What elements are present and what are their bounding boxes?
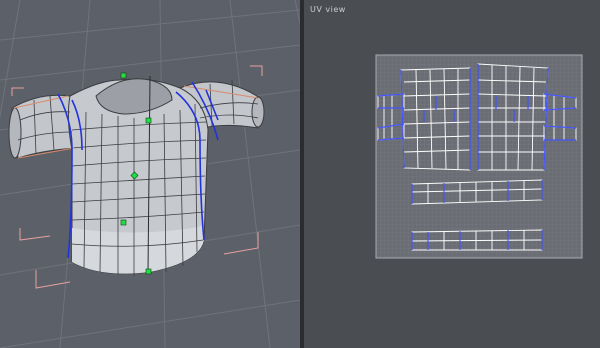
corner-bracket-icon <box>250 65 263 76</box>
uv-view-panel[interactable]: UV view <box>304 0 600 348</box>
shirt-mesh[interactable] <box>8 72 265 276</box>
uv-grid-area[interactable] <box>375 54 583 259</box>
move-handle-icon[interactable] <box>145 268 152 275</box>
left-sleeve <box>11 94 77 159</box>
move-handle-icon[interactable] <box>120 72 127 79</box>
move-handle-icon[interactable] <box>145 117 152 124</box>
3d-viewport-canvas[interactable] <box>0 0 300 348</box>
corner-bracket-icon <box>11 87 24 96</box>
left-sleeve-cuff <box>8 107 22 159</box>
corner-bracket-icon <box>19 228 51 241</box>
uv-canvas[interactable] <box>304 0 600 348</box>
corner-bracket-icon <box>35 270 71 289</box>
move-handle-icon[interactable] <box>120 219 127 226</box>
right-sleeve-cuff <box>251 96 265 128</box>
3d-viewport[interactable] <box>0 0 300 348</box>
shirt-hem-band <box>72 226 204 274</box>
